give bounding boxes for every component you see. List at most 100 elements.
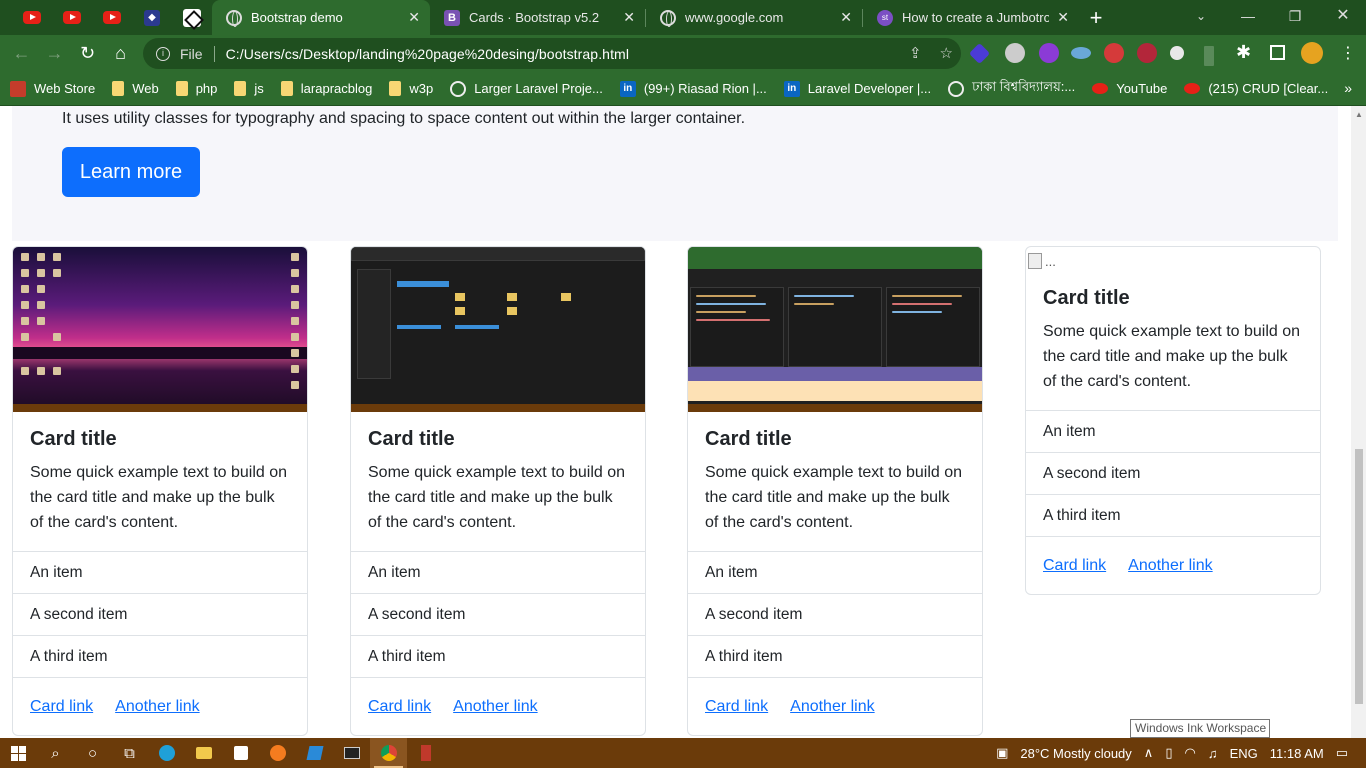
card-link[interactable]: Card link — [30, 698, 93, 716]
bookmark-web-store[interactable]: Web Store — [10, 80, 95, 97]
tab-bootstrap-demo[interactable]: Bootstrap demo ✕ — [212, 0, 430, 35]
image-detail — [561, 293, 571, 301]
task-view-icon[interactable]: ⧉ — [111, 738, 148, 768]
card-link[interactable]: Card link — [1043, 557, 1106, 575]
app-icon[interactable] — [407, 738, 444, 768]
bookmark-label: (99+) Riasad Rion |... — [643, 81, 767, 96]
bookmark-linkedin-laravel[interactable]: in Laravel Developer |... — [783, 80, 931, 97]
close-window-button[interactable]: ✕ — [1320, 0, 1366, 35]
new-tab-button[interactable]: + — [1079, 0, 1113, 35]
clock-time[interactable]: 11:18 AM — [1270, 746, 1324, 761]
weather-icon[interactable]: ▣ — [996, 745, 1008, 761]
restore-button[interactable]: ❐ — [1272, 0, 1318, 35]
extension-icon[interactable] — [1005, 43, 1025, 63]
desktop-icon — [291, 253, 299, 261]
show-hidden-icons-icon[interactable]: ∧ — [1144, 745, 1154, 761]
pinned-tab-app[interactable]: ◆ — [132, 0, 172, 35]
share-icon[interactable]: ⇪ — [909, 44, 922, 62]
cortana-icon[interactable]: ○ — [74, 738, 111, 768]
battery-icon[interactable]: ▯ — [1165, 745, 1172, 761]
globe-icon — [660, 9, 676, 27]
info-icon[interactable]: i — [156, 46, 170, 61]
bookmark-star-icon[interactable]: ☆ — [940, 44, 953, 62]
extension-icon[interactable] — [1137, 43, 1157, 63]
youtube-icon — [1184, 83, 1201, 94]
tab-cards-bootstrap[interactable]: B Cards · Bootstrap v5.2 ✕ — [430, 0, 645, 35]
pinned-tab-youtube[interactable] — [52, 0, 92, 35]
extensions-puzzle-icon[interactable]: ✱ — [1236, 42, 1251, 63]
bookmark-folder-js[interactable]: js — [234, 81, 264, 96]
card-body: Card title Some quick example text to bu… — [688, 412, 982, 551]
start-button[interactable] — [0, 738, 37, 768]
bootstrap-icon: B — [444, 9, 460, 26]
extension-icon[interactable] — [1170, 46, 1184, 60]
another-link[interactable]: Another link — [115, 698, 200, 716]
search-icon[interactable]: ⌕ — [37, 738, 74, 768]
menu-kebab-icon[interactable]: ⋮ — [1340, 43, 1356, 63]
card-link[interactable]: Card link — [368, 698, 431, 716]
scroll-up-arrow-icon[interactable]: ▲ — [1355, 110, 1363, 119]
bookmark-crud-video[interactable]: (215) CRUD [Clear... — [1184, 81, 1328, 96]
forward-button[interactable]: → — [38, 37, 71, 70]
chrome-icon[interactable] — [370, 738, 407, 768]
folder-icon — [175, 81, 188, 96]
extension-icon[interactable] — [1204, 46, 1214, 66]
another-link[interactable]: Another link — [790, 698, 875, 716]
adblock-icon[interactable] — [1104, 43, 1124, 63]
image-detail — [794, 303, 834, 305]
bookmark-linkedin-riasad[interactable]: in (99+) Riasad Rion |... — [619, 80, 767, 97]
bookmark-folder-php[interactable]: php — [175, 81, 217, 96]
scrollbar-thumb[interactable] — [1355, 449, 1363, 704]
profile-avatar[interactable] — [1301, 42, 1323, 64]
page-scrollbar[interactable]: ▲ — [1351, 106, 1366, 738]
bookmark-label: ঢাকা বিশ্ববিদ্যালয়:... — [972, 79, 1076, 94]
bookmark-youtube[interactable]: YouTube — [1092, 81, 1167, 96]
close-tab-icon[interactable]: ✕ — [840, 9, 852, 26]
back-button[interactable]: ← — [5, 37, 38, 70]
edge-icon[interactable] — [148, 738, 185, 768]
folder-icon — [280, 81, 293, 96]
card-text: Some quick example text to build on the … — [705, 464, 963, 531]
card-link[interactable]: Card link — [705, 698, 768, 716]
another-link[interactable]: Another link — [453, 698, 538, 716]
file-explorer-icon[interactable] — [185, 738, 222, 768]
pinned-tab-app[interactable] — [172, 0, 212, 35]
tab-google[interactable]: www.google.com ✕ — [646, 0, 862, 35]
close-tab-icon[interactable]: ✕ — [623, 9, 635, 26]
terminal-icon[interactable] — [333, 738, 370, 768]
image-detail — [788, 287, 882, 367]
reload-button[interactable]: ↻ — [71, 37, 104, 70]
close-tab-icon[interactable]: ✕ — [1057, 9, 1069, 26]
weather-text[interactable]: 28°C Mostly cloudy — [1020, 746, 1131, 761]
another-link[interactable]: Another link — [1128, 557, 1213, 575]
close-tab-icon[interactable]: ✕ — [408, 9, 420, 26]
extension-icon[interactable] — [1039, 43, 1059, 63]
url-text[interactable]: C:/Users/cs/Desktop/landing%20page%20des… — [226, 46, 629, 62]
tab-jumbotron[interactable]: st How to create a Jumbotron ✕ — [863, 0, 1079, 35]
home-button[interactable]: ⌂ — [104, 37, 137, 70]
bookmark-folder-w3p[interactable]: w3p — [389, 81, 433, 96]
bookmark-label: (215) CRUD [Clear... — [1208, 81, 1329, 96]
desktop-icon — [53, 269, 61, 277]
bookmarks-overflow-button[interactable]: » — [1344, 80, 1352, 96]
vscode-icon[interactable] — [296, 738, 333, 768]
tab-search-icon[interactable]: ⌄ — [1178, 0, 1224, 35]
eye-extension-icon[interactable] — [1071, 47, 1091, 59]
store-icon[interactable] — [222, 738, 259, 768]
pinned-tab-youtube[interactable] — [12, 0, 52, 35]
bookmark-folder-larapracblog[interactable]: larapracblog — [280, 81, 372, 96]
learn-more-button[interactable]: Learn more — [62, 147, 200, 197]
side-panel-icon[interactable] — [1270, 45, 1285, 60]
volume-icon[interactable]: ♫ — [1208, 746, 1218, 761]
firefox-icon[interactable] — [259, 738, 296, 768]
minimize-button[interactable]: — — [1225, 0, 1271, 35]
language-indicator[interactable]: ENG — [1230, 746, 1258, 761]
notifications-icon[interactable]: ▭ — [1336, 745, 1348, 761]
address-bar[interactable]: i File C:/Users/cs/Desktop/landing%20pag… — [143, 38, 961, 69]
bookmark-laravel-project[interactable]: Larger Laravel Proje... — [450, 80, 603, 97]
bookmark-folder-web[interactable]: Web — [112, 81, 159, 96]
wifi-icon[interactable]: ◠ — [1184, 745, 1195, 761]
desktop-icon — [53, 253, 61, 261]
pinned-tab-youtube[interactable] — [92, 0, 132, 35]
bookmark-dhaka-university[interactable]: ঢাকা বিশ্ববিদ্যালয়:... — [948, 78, 1075, 99]
